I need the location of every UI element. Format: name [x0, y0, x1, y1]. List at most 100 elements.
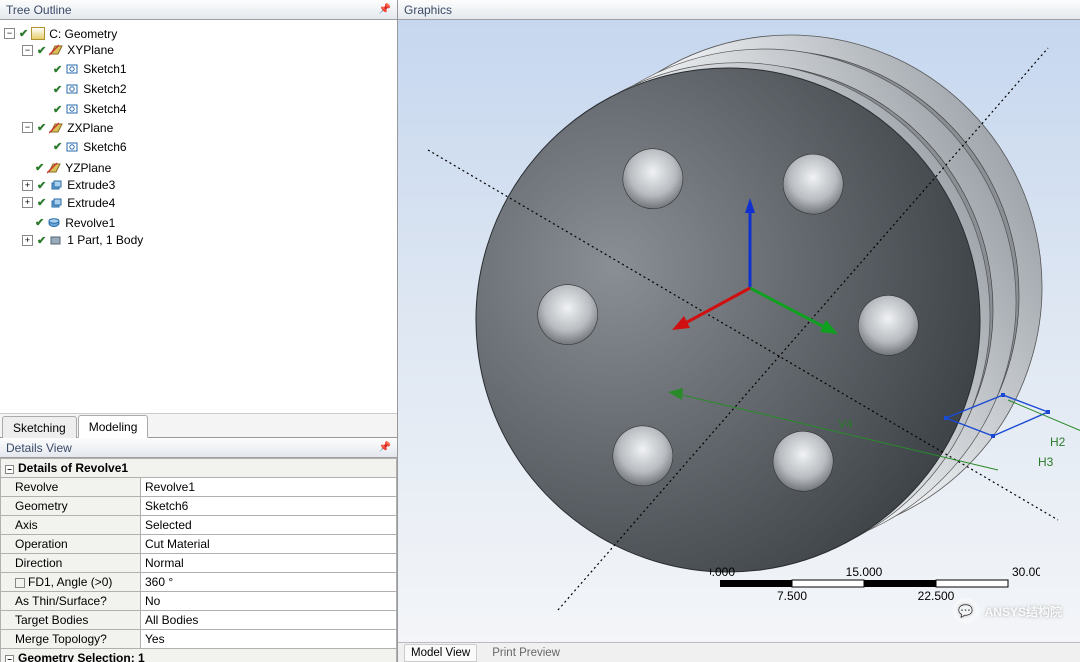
- tab-sketching[interactable]: Sketching: [2, 416, 77, 438]
- plane-icon: [47, 161, 61, 174]
- tree-node-extrude3[interactable]: Extrude3: [67, 178, 115, 192]
- detail-row[interactable]: FD1, Angle (>0)360 °: [1, 573, 397, 592]
- expander-icon[interactable]: −: [22, 122, 33, 133]
- check-icon: ✔: [37, 196, 46, 209]
- svg-text:30.000 (mm): 30.000 (mm): [1012, 566, 1040, 579]
- check-icon: ✔: [19, 27, 28, 40]
- tree-node-sketch2[interactable]: Sketch2: [83, 82, 126, 96]
- expander-icon[interactable]: +: [22, 235, 33, 246]
- tree-outline-title: Tree Outline: [6, 3, 72, 17]
- tree-node-sketch4[interactable]: Sketch4: [83, 102, 126, 116]
- scale-bar: 0.000 7.500 15.000 22.500 30.000 (mm): [710, 566, 1040, 602]
- detail-value[interactable]: All Bodies: [141, 611, 397, 630]
- extrude-icon: [49, 196, 63, 209]
- check-icon: ✔: [53, 140, 62, 153]
- expander-icon[interactable]: −: [4, 28, 15, 39]
- detail-key: Direction: [1, 554, 141, 573]
- detail-key: Merge Topology?: [1, 630, 141, 649]
- tree-node-geometry[interactable]: C: Geometry: [49, 27, 117, 41]
- model-icon: [31, 27, 45, 40]
- tree-node-extrude4[interactable]: Extrude4: [67, 196, 115, 210]
- detail-value[interactable]: Normal: [141, 554, 397, 573]
- tree-node-parts[interactable]: 1 Part, 1 Body: [67, 233, 143, 247]
- check-icon: ✔: [35, 161, 44, 174]
- pin-icon[interactable]: 📌: [379, 442, 391, 453]
- pin-icon[interactable]: 📌: [379, 4, 391, 15]
- view-tabs: Model View Print Preview: [398, 642, 1080, 662]
- detail-value[interactable]: Sketch6: [141, 497, 397, 516]
- model-render[interactable]: V4 H2 H3: [398, 20, 1080, 642]
- tree-node-revolve1[interactable]: Revolve1: [65, 216, 115, 230]
- tab-print-preview[interactable]: Print Preview: [485, 644, 567, 662]
- wechat-icon: 💬: [953, 598, 979, 624]
- detail-value[interactable]: No: [141, 592, 397, 611]
- dim-label-v4: V4: [838, 417, 853, 431]
- watermark: 💬 ANSYS结构院: [953, 598, 1062, 624]
- detail-key: Operation: [1, 535, 141, 554]
- check-icon: ✔: [37, 234, 46, 247]
- dim-label-h3: H3: [1038, 455, 1054, 469]
- extrude-icon: [49, 179, 63, 192]
- graphics-header: Graphics: [398, 0, 1080, 20]
- svg-text:22.500: 22.500: [918, 589, 955, 602]
- details-section-header[interactable]: −Details of Revolve1: [1, 459, 397, 478]
- details-grid[interactable]: −Details of Revolve1 RevolveRevolve1Geom…: [0, 458, 397, 662]
- check-icon: ✔: [53, 83, 62, 96]
- graphics-title: Graphics: [404, 3, 452, 17]
- detail-key: Revolve: [1, 478, 141, 497]
- details-section-header[interactable]: −Geometry Selection: 1: [1, 649, 397, 662]
- body-icon: [49, 234, 63, 247]
- graphics-viewport[interactable]: V4 H2 H3: [398, 20, 1080, 642]
- detail-row[interactable]: Merge Topology?Yes: [1, 630, 397, 649]
- tree-node-xyplane[interactable]: XYPlane: [67, 43, 114, 57]
- mode-tabs: Sketching Modeling: [0, 413, 397, 437]
- tree-node-sketch6[interactable]: Sketch6: [83, 140, 126, 154]
- detail-row[interactable]: OperationCut Material: [1, 535, 397, 554]
- expander-icon[interactable]: −: [22, 45, 33, 56]
- detail-row[interactable]: RevolveRevolve1: [1, 478, 397, 497]
- plane-icon: [49, 121, 63, 134]
- sketch-icon: [65, 103, 79, 116]
- detail-key: Axis: [1, 516, 141, 535]
- collapse-icon[interactable]: −: [5, 655, 14, 662]
- detail-value[interactable]: Yes: [141, 630, 397, 649]
- tree-outline[interactable]: − ✔ C: Geometry − ✔ XYPlane: [0, 20, 397, 413]
- tree-node-sketch1[interactable]: Sketch1: [83, 62, 126, 76]
- detail-value[interactable]: Selected: [141, 516, 397, 535]
- detail-value[interactable]: Cut Material: [141, 535, 397, 554]
- detail-row[interactable]: AxisSelected: [1, 516, 397, 535]
- tree-outline-header: Tree Outline 📌: [0, 0, 397, 20]
- plane-icon: [49, 44, 63, 57]
- detail-value[interactable]: 360 °: [141, 573, 397, 592]
- check-icon: ✔: [37, 179, 46, 192]
- sketch-icon: [65, 140, 79, 153]
- expander-icon[interactable]: +: [22, 197, 33, 208]
- detail-key: FD1, Angle (>0): [1, 573, 141, 592]
- tab-model-view[interactable]: Model View: [404, 644, 477, 662]
- detail-value[interactable]: Revolve1: [141, 478, 397, 497]
- detail-key: As Thin/Surface?: [1, 592, 141, 611]
- tab-modeling[interactable]: Modeling: [78, 415, 149, 438]
- check-icon: ✔: [53, 103, 62, 116]
- revolve-icon: [47, 216, 61, 229]
- sketch-icon: [65, 63, 79, 76]
- dim-label-h2: H2: [1050, 435, 1066, 449]
- collapse-icon[interactable]: −: [5, 465, 14, 474]
- check-icon: ✔: [37, 121, 46, 134]
- sketch-icon: [65, 83, 79, 96]
- tree-node-zxplane[interactable]: ZXPlane: [67, 121, 113, 135]
- detail-row[interactable]: As Thin/Surface?No: [1, 592, 397, 611]
- checkbox-icon[interactable]: [15, 578, 25, 588]
- details-header: Details View 📌: [0, 438, 397, 458]
- check-icon: ✔: [37, 44, 46, 57]
- detail-key: Geometry: [1, 497, 141, 516]
- tree-node-yzplane[interactable]: YZPlane: [65, 161, 111, 175]
- expander-icon[interactable]: +: [22, 180, 33, 191]
- detail-key: Target Bodies: [1, 611, 141, 630]
- svg-text:15.000: 15.000: [846, 566, 883, 579]
- check-icon: ✔: [35, 216, 44, 229]
- detail-row[interactable]: DirectionNormal: [1, 554, 397, 573]
- detail-row[interactable]: GeometrySketch6: [1, 497, 397, 516]
- check-icon: ✔: [53, 63, 62, 76]
- detail-row[interactable]: Target BodiesAll Bodies: [1, 611, 397, 630]
